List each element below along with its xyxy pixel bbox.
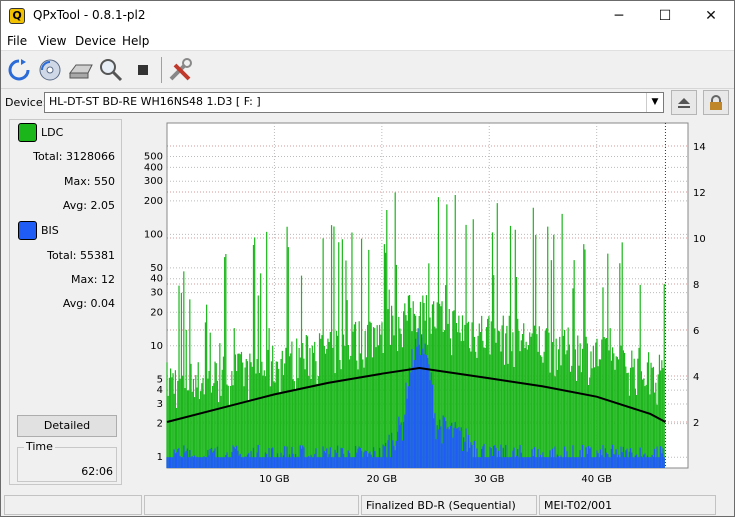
status-cell-2 [144,495,359,515]
y-left-tick-label: 3 [157,399,163,410]
ldc-color-swatch [18,123,37,142]
time-value: 62:06 [81,465,113,478]
tools-icon[interactable] [166,56,194,84]
toolbar-separator [161,57,162,83]
y-left-tick-label: 30 [150,288,163,299]
title-bar[interactable]: Q QPxTool - 0.8.1-pl2 ─ ☐ ✕ [1,1,734,31]
chart-svg: 10 GB 20 GB 30 GB 40 GB12345102030405010020… [144,122,706,485]
close-button[interactable]: ✕ [688,1,734,31]
y-left-tick-label: 200 [144,196,163,207]
scanner-icon[interactable] [67,56,95,84]
x-tick-label: 10 GB [259,474,290,485]
y-left-tick-label: 50 [150,263,163,274]
status-media-id: MEI-T02/001 [539,495,716,515]
bis-avg: Avg: 0.04 [62,297,115,310]
eject-icon [678,97,690,108]
disc-icon[interactable] [36,56,64,84]
magnifier-icon[interactable] [97,56,125,84]
y-left-tick-label: 500 [144,152,163,163]
y-right-tick-label: 4 [693,372,699,383]
lock-icon [710,94,722,110]
toolbar [1,52,734,89]
y-right-tick-label: 8 [693,280,699,291]
time-group: Time 62:06 [17,440,117,482]
lock-button[interactable] [703,90,729,115]
stats-panel: LDC Total: 3128066 Max: 550 Avg: 2.05 BI… [9,119,122,485]
bis-legend-label: BIS [41,224,59,237]
bis-total: Total: 55381 [47,249,115,262]
x-tick-label: 30 GB [474,474,505,485]
y-left-tick-label: 1 [157,452,163,463]
ldc-max: Max: 550 [64,175,115,188]
y-left-tick-label: 20 [150,307,163,318]
bis-color-swatch [18,221,37,240]
ldc-avg: Avg: 2.05 [62,199,115,212]
y-left-tick-label: 2 [157,419,163,430]
x-tick-label: 40 GB [581,474,612,485]
status-cell-1 [4,495,142,515]
y-left-tick-label: 300 [144,176,163,187]
ldc-legend-label: LDC [41,126,64,139]
error-chart: 10 GB 20 GB 30 GB 40 GB 1 2 3 4 5 10 20 30 40 50 100 20… [130,119,726,491]
bis-max: Max: 12 [71,273,115,286]
y-left-tick-label: 10 [150,341,163,352]
y-right-tick-label: 6 [693,326,699,337]
y-right-tick-label: 12 [693,188,706,199]
maximize-button[interactable]: ☐ [642,1,688,31]
y-left-tick-label: 4 [157,385,163,396]
ldc-total: Total: 3128066 [33,150,115,163]
status-bar: Finalized BD-R (Sequential) MEI-T02/001 [1,493,734,516]
x-tick-label: 20 GB [367,474,398,485]
device-selected-value: HL-DT-ST BD-RE WH16NS48 1.D3 [ F: ] [49,95,261,108]
menu-bar: File View Device Help [1,31,734,51]
device-select[interactable]: HL-DT-ST BD-RE WH16NS48 1.D3 [ F: ] ▼ [44,92,664,113]
app-window: Q QPxTool - 0.8.1-pl2 ─ ☐ ✕ File View De… [0,0,735,517]
menu-help[interactable]: Help [122,34,149,48]
y-left-tick-label: 400 [144,162,163,173]
eject-button[interactable] [671,90,697,115]
y-left-tick-label: 40 [150,274,163,285]
y-right-tick-label: 10 [693,234,706,245]
y-left-tick-label: 5 [157,374,163,385]
y-right-tick-label: 14 [693,142,706,153]
app-logo-icon: Q [9,8,25,24]
time-label: Time [24,440,55,453]
status-disc-type: Finalized BD-R (Sequential) [361,495,537,515]
y-right-tick-label: 2 [693,418,699,429]
menu-file[interactable]: File [7,34,27,48]
y-left-tick-label: 100 [144,229,163,240]
menu-view[interactable]: View [38,34,66,48]
detailed-button[interactable]: Detailed [17,415,117,437]
refresh-icon[interactable] [5,56,33,84]
device-label: Device: [5,96,47,109]
window-title: QPxTool - 0.8.1-pl2 [33,8,146,22]
stop-icon[interactable] [129,56,157,84]
minimize-button[interactable]: ─ [596,1,642,31]
chevron-down-icon[interactable]: ▼ [646,93,663,112]
menu-device[interactable]: Device [75,34,116,48]
